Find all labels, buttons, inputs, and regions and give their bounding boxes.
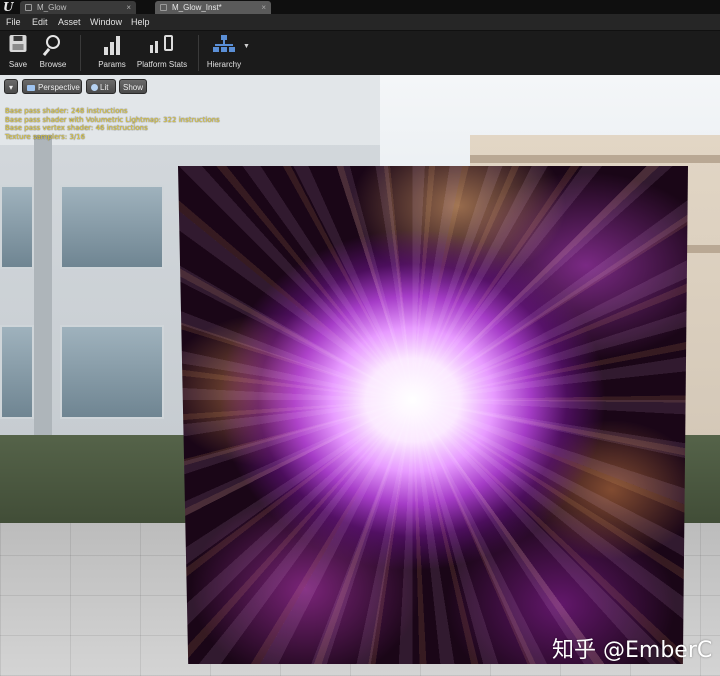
- browse-label: Browse: [39, 60, 67, 69]
- watermark: 知乎 @EmberC: [552, 638, 713, 663]
- params-icon: [103, 35, 121, 55]
- save-button[interactable]: Save: [3, 33, 33, 73]
- params-label: Params: [98, 60, 126, 69]
- search-icon: [42, 35, 63, 57]
- hierarchy-icon: [213, 35, 235, 55]
- params-button[interactable]: Params: [95, 33, 129, 73]
- preview-viewport[interactable]: ▾ Perspective Lit Show Base pass shader:…: [0, 75, 720, 676]
- show-button[interactable]: Show: [119, 79, 147, 94]
- chevron-down-icon[interactable]: ▼: [243, 43, 250, 50]
- close-icon[interactable]: ×: [261, 1, 266, 14]
- glow-material-preview: [178, 166, 688, 664]
- toolbar-divider: [80, 35, 81, 71]
- menu-help[interactable]: Help: [131, 14, 150, 30]
- lit-label: Lit: [100, 83, 109, 92]
- platform-stats-icon: [150, 35, 174, 55]
- tab-label: M_Glow_Inst*: [172, 3, 222, 12]
- chevron-down-icon: ▾: [8, 83, 13, 92]
- toolbar: Save Browse Params Platform Stats Hierar…: [0, 30, 720, 76]
- browse-button[interactable]: Browse: [36, 33, 70, 73]
- close-icon[interactable]: ×: [126, 1, 131, 14]
- hierarchy-label: Hierarchy: [206, 60, 242, 69]
- sphere-icon: [91, 84, 98, 92]
- perspective-label: Perspective: [38, 83, 80, 92]
- tab-label: M_Glow: [37, 3, 67, 12]
- menu-window[interactable]: Window: [90, 14, 122, 30]
- stat-line: Texture samplers: 3/16: [5, 132, 86, 141]
- perspective-button[interactable]: Perspective: [22, 79, 82, 94]
- menu-asset[interactable]: Asset: [58, 14, 81, 30]
- unreal-logo-icon: U: [3, 0, 14, 14]
- stat-line: Base pass shader with Volumetric Lightma…: [5, 115, 220, 124]
- material-icon: [25, 4, 32, 11]
- toolbar-divider: [198, 35, 199, 71]
- tab-m-glow-inst[interactable]: M_Glow_Inst* ×: [155, 1, 271, 14]
- menu-edit[interactable]: Edit: [32, 14, 48, 30]
- save-icon: [9, 35, 27, 52]
- viewport-options-button[interactable]: ▾: [4, 79, 18, 94]
- tab-bar: U M_Glow × M_Glow_Inst* ×: [0, 0, 720, 14]
- menu-file[interactable]: File: [6, 14, 21, 30]
- save-label: Save: [8, 60, 28, 69]
- camera-icon: [27, 84, 35, 91]
- tab-m-glow[interactable]: M_Glow ×: [20, 1, 136, 14]
- platform-stats-button[interactable]: Platform Stats: [134, 33, 190, 73]
- stat-line: Base pass vertex shader: 46 instructions: [5, 124, 148, 132]
- hierarchy-button[interactable]: Hierarchy: [205, 33, 243, 73]
- platform-stats-label: Platform Stats: [136, 60, 188, 69]
- material-instance-icon: [160, 4, 167, 11]
- shader-stats: Base pass shader: 248 instructions Base …: [5, 107, 220, 141]
- show-label: Show: [122, 83, 143, 92]
- menu-bar: File Edit Asset Window Help: [0, 14, 720, 30]
- stat-line: Base pass shader: 248 instructions: [5, 107, 128, 115]
- lit-button[interactable]: Lit: [86, 79, 116, 94]
